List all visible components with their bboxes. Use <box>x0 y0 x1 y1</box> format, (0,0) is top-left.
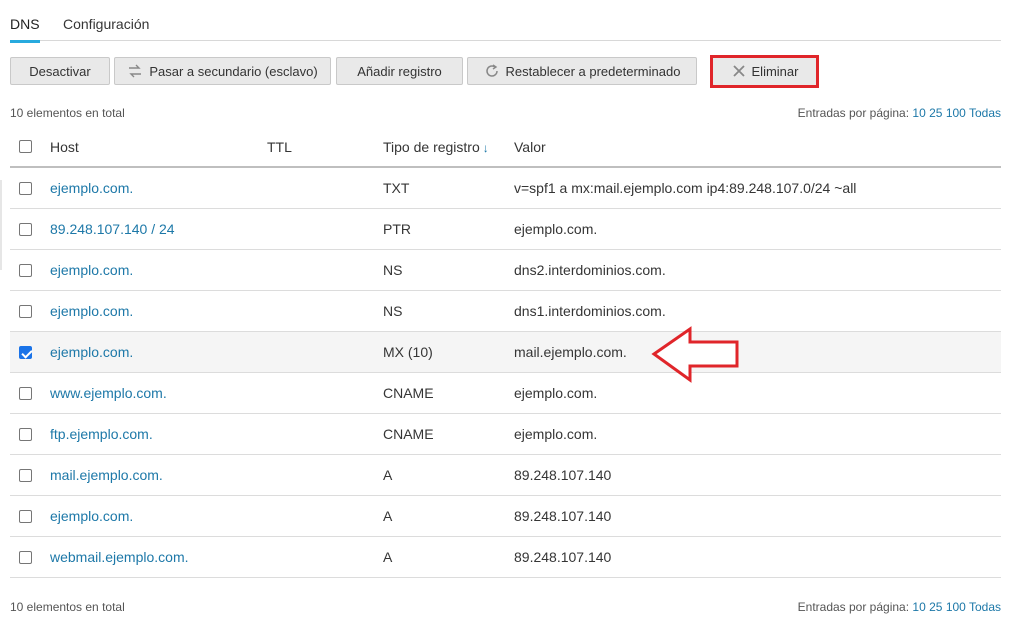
record-type: A <box>383 508 393 524</box>
record-host-link[interactable]: webmail.ejemplo.com. <box>50 549 189 565</box>
sort-descending-icon: ↓ <box>482 141 489 155</box>
record-host-link[interactable]: ejemplo.com. <box>50 508 133 524</box>
record-host-link[interactable]: ejemplo.com. <box>50 180 133 196</box>
per-page-25[interactable]: 25 <box>929 106 942 120</box>
per-page-10[interactable]: 10 <box>912 106 925 120</box>
record-value: ejemplo.com. <box>514 385 598 401</box>
per-page-selector: Entradas por página: 10 25 100 Todas <box>798 106 1001 120</box>
table-row[interactable]: ejemplo.com. NS dns2.interdominios.com. <box>10 250 1001 291</box>
record-host-link[interactable]: ejemplo.com. <box>50 303 133 319</box>
record-value: ejemplo.com. <box>514 426 598 442</box>
per-page-label: Entradas por página: <box>797 106 910 120</box>
row-checkbox[interactable] <box>19 510 32 523</box>
record-host-link[interactable]: mail.ejemplo.com. <box>50 467 163 483</box>
record-type: CNAME <box>383 385 434 401</box>
record-type: MX (10) <box>383 344 433 360</box>
row-checkbox[interactable] <box>19 305 32 318</box>
column-ttl[interactable]: TTL <box>267 139 292 155</box>
record-value: 89.248.107.140 <box>514 508 612 524</box>
per-page-selector-bottom: Entradas por página: 10 25 100 Todas <box>798 600 1001 614</box>
record-value: dns1.interdominios.com. <box>514 303 666 319</box>
tab-bar: DNS Configuración <box>10 0 1001 43</box>
table-header: Host TTL Tipo de registro ↓ Valor <box>10 127 1001 168</box>
per-page-100-bottom[interactable]: 100 <box>946 600 966 614</box>
record-value: ejemplo.com. <box>514 221 598 237</box>
record-type: CNAME <box>383 426 434 442</box>
table-row[interactable]: mail.ejemplo.com. A 89.248.107.140 <box>10 455 1001 496</box>
record-host-link[interactable]: ftp.ejemplo.com. <box>50 426 153 442</box>
record-type: A <box>383 549 393 565</box>
tab-configuracion[interactable]: Configuración <box>63 16 149 32</box>
record-host-link[interactable]: ejemplo.com. <box>50 262 133 278</box>
row-checkbox[interactable] <box>19 182 32 195</box>
record-type: NS <box>383 303 403 319</box>
table-row[interactable]: ejemplo.com. MX (10) mail.ejemplo.com. <box>10 332 1001 373</box>
switch-to-secondary-label: Pasar a secundario (esclavo) <box>149 63 318 79</box>
row-checkbox[interactable] <box>19 551 32 564</box>
per-page-all[interactable]: Todas <box>969 106 1001 120</box>
per-page-100[interactable]: 100 <box>946 106 966 120</box>
table-row[interactable]: ejemplo.com. TXT v=spf1 a mx:mail.ejemplo.… <box>10 168 1001 209</box>
reset-to-default-button[interactable]: Restablecer a predeterminado <box>467 57 697 85</box>
row-checkbox[interactable] <box>19 428 32 441</box>
deactivate-button[interactable]: Desactivar <box>10 57 110 85</box>
add-record-button[interactable]: Añadir registro <box>336 57 463 85</box>
per-page-10-bottom[interactable]: 10 <box>912 600 925 614</box>
row-checkbox[interactable] <box>19 346 32 359</box>
total-count: 10 elementos en total <box>10 106 125 120</box>
record-type: A <box>383 467 393 483</box>
column-record-type-label: Tipo de registro <box>383 139 480 155</box>
record-value: 89.248.107.140 <box>514 467 612 483</box>
record-host-link[interactable]: www.ejemplo.com. <box>50 385 167 401</box>
reset-to-default-label: Restablecer a predeterminado <box>505 63 681 79</box>
dns-records-table: Host TTL Tipo de registro ↓ Valor ejemplo… <box>10 127 1001 578</box>
tab-dns[interactable]: DNS <box>10 16 40 43</box>
record-host-link[interactable]: ejemplo.com. <box>50 344 133 360</box>
record-value: 89.248.107.140 <box>514 549 612 565</box>
row-checkbox[interactable] <box>19 387 32 400</box>
record-host-link[interactable]: 89.248.107.140 / 24 <box>50 221 175 237</box>
delete-button-label: Eliminar <box>751 63 799 79</box>
table-row[interactable]: ejemplo.com. NS dns1.interdominios.com. <box>10 291 1001 332</box>
record-value: mail.ejemplo.com. <box>514 344 627 360</box>
record-value: v=spf1 a mx:mail.ejemplo.com ip4:89.248.… <box>514 180 857 196</box>
row-checkbox[interactable] <box>19 264 32 277</box>
switch-to-secondary-button[interactable]: Pasar a secundario (esclavo) <box>114 57 331 85</box>
reset-circular-arrow-icon <box>484 63 500 79</box>
table-row[interactable]: ejemplo.com. A 89.248.107.140 <box>10 496 1001 537</box>
left-edge-marker <box>0 180 2 270</box>
record-value: dns2.interdominios.com. <box>514 262 666 278</box>
switch-arrows-icon <box>127 63 143 79</box>
record-type: TXT <box>383 180 410 196</box>
table-row[interactable]: ftp.ejemplo.com. CNAME ejemplo.com. <box>10 414 1001 455</box>
per-page-25-bottom[interactable]: 25 <box>929 600 942 614</box>
column-record-type[interactable]: Tipo de registro ↓ <box>383 139 489 155</box>
per-page-label-bottom: Entradas por página: <box>797 600 910 614</box>
column-host[interactable]: Host <box>50 139 79 155</box>
deactivate-button-label: Desactivar <box>29 63 91 79</box>
table-row[interactable]: www.ejemplo.com. CNAME ejemplo.com. <box>10 373 1001 414</box>
total-count-bottom: 10 elementos en total <box>10 600 125 614</box>
delete-button[interactable]: Eliminar <box>712 56 818 86</box>
add-record-label: Añadir registro <box>357 63 442 79</box>
select-all-checkbox[interactable] <box>19 140 32 153</box>
pointer-arrow-annotation <box>650 326 742 387</box>
row-checkbox[interactable] <box>19 469 32 482</box>
row-checkbox[interactable] <box>19 223 32 236</box>
record-type: PTR <box>383 221 411 237</box>
table-row[interactable]: 89.248.107.140 / 24 PTR ejemplo.com. <box>10 209 1001 250</box>
x-delete-icon <box>732 64 746 78</box>
per-page-all-bottom[interactable]: Todas <box>969 600 1001 614</box>
record-type: NS <box>383 262 403 278</box>
table-row[interactable]: webmail.ejemplo.com. A 89.248.107.140 <box>10 537 1001 578</box>
table-body: ejemplo.com. TXT v=spf1 a mx:mail.ejemplo.… <box>10 168 1001 578</box>
column-value[interactable]: Valor <box>514 139 546 155</box>
